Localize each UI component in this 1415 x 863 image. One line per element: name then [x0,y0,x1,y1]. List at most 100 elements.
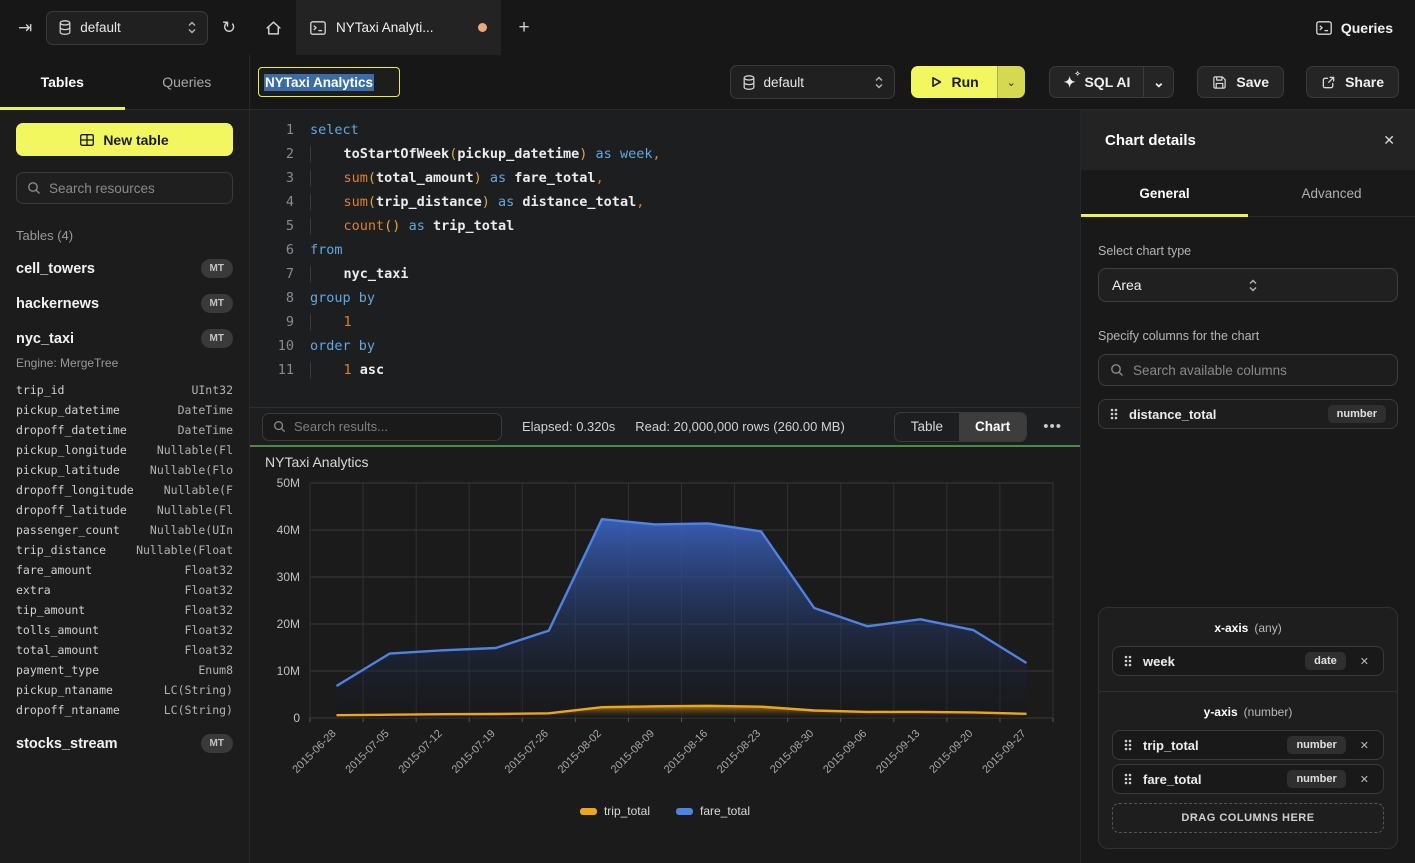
results-search-input[interactable]: Search results... [262,413,502,441]
column-row: pickup_datetimeDateTime [16,400,233,420]
elapsed-metric: Elapsed: 0.320s [522,419,615,434]
engine-badge: MT [201,294,233,313]
sidebar-tab-queries[interactable]: Queries [125,55,250,109]
x-axis-tick: 2015-08-23 [715,728,763,776]
column-row: tip_amountFloat32 [16,600,233,620]
table-view-button[interactable]: Table [895,413,959,441]
results-toolbar: Search results... Elapsed: 0.320s Read: … [250,407,1080,445]
code-line: toStartOfWeek(pickup_datetime) as week, [310,142,1080,166]
more-options-icon[interactable]: ••• [1037,418,1068,435]
engine-badge: MT [201,329,233,348]
new-table-label: New table [103,132,168,148]
new-tab-button[interactable]: + [501,0,547,55]
refresh-icon[interactable]: ↻ [222,19,236,36]
column-row: fare_amountFloat32 [16,560,233,580]
column-row: pickup_ntanameLC(String) [16,680,233,700]
sql-ai-button[interactable]: ✦ SQL AI ⌄ [1049,66,1175,98]
type-badge: date [1305,652,1346,670]
code-line: count() as trip_total [310,214,1080,238]
chart-view-button[interactable]: Chart [959,413,1026,441]
run-label: Run [952,74,979,90]
drag-columns-dropzone[interactable]: DRAG COLUMNS HERE [1112,803,1384,833]
remove-column-icon[interactable]: ✕ [1357,773,1372,786]
sql-editor[interactable]: 1234567891011 select toStartOfWeek(picku… [250,110,1080,407]
panel-tab-advanced[interactable]: Advanced [1248,170,1415,216]
collapse-sidebar-icon[interactable]: ⇥ [18,19,32,36]
new-table-button[interactable]: New table [16,123,233,156]
legend-item-trip_total[interactable]: trip_total [580,804,650,818]
columns-label: Specify columns for the chart [1098,329,1398,343]
play-icon [929,75,943,89]
tables-section-label: Tables (4) [16,228,233,243]
x-axis-section: x-axis(any) week date ✕ [1099,608,1397,691]
x-axis-tick: 2015-08-16 [662,728,710,776]
chart-panel: NYTaxi Analytics 010M20M30M40M50M2015-06… [250,447,1080,863]
column-row: pickup_longitudeNullable(Fl [16,440,233,460]
chart-type-value: Area [1112,277,1248,293]
y-axis-column-fare-total[interactable]: fare_total number ✕ [1112,764,1384,794]
legend-label: trip_total [604,804,650,818]
type-badge: number [1287,770,1345,788]
y-axis-hint: (number) [1244,705,1293,719]
y-axis-tick: 40M [277,523,300,537]
sql-ai-label: SQL AI [1084,74,1130,90]
search-icon [1110,363,1124,377]
column-row: dropoff_datetimeDateTime [16,420,233,440]
queries-button[interactable]: Queries [1294,0,1415,55]
sidebar-search-input[interactable]: Search resources [16,172,233,204]
panel-tab-general[interactable]: General [1081,170,1248,216]
save-icon [1212,75,1227,90]
legend-item-fare_total[interactable]: fare_total [676,804,750,818]
y-axis-label: y-axis [1204,705,1238,719]
panel-body: Select chart type Area Specify columns f… [1081,217,1415,863]
share-icon [1321,75,1336,90]
sparkle-icon: ✦ [1064,74,1076,91]
remove-column-icon[interactable]: ✕ [1357,739,1372,752]
table-row-cell-towers[interactable]: cell_towers MT [16,259,233,278]
home-tab[interactable] [250,0,296,55]
home-icon [265,20,282,36]
tab-nytaxi-analytics[interactable]: NYTaxi Analyti... [296,0,501,55]
x-axis-tick: 2015-09-20 [927,728,975,776]
table-row-stocks-stream[interactable]: stocks_stream MT [16,734,233,753]
x-axis-tick: 2015-09-13 [874,728,922,776]
run-button-group: Run ⌄ [911,66,1025,98]
remove-column-icon[interactable]: ✕ [1357,655,1372,668]
chart-legend: trip_total fare_total [250,804,1080,818]
close-icon[interactable]: ✕ [1383,132,1395,149]
y-axis-column-trip-total[interactable]: trip_total number ✕ [1112,730,1384,760]
chart-type-select[interactable]: Area [1098,268,1398,302]
columns-search-placeholder: Search available columns [1133,363,1287,378]
topbar-database-selector[interactable]: default [46,11,208,45]
table-icon [80,134,94,146]
run-button[interactable]: Run [911,66,997,98]
column-row: total_amountFloat32 [16,640,233,660]
results-search-placeholder: Search results... [294,419,388,434]
y-axis-section: y-axis (number) trip_total number ✕ fare_… [1099,691,1397,848]
sql-ai-caret[interactable]: ⌄ [1143,67,1173,97]
table-row-hackernews[interactable]: hackernews MT [16,294,233,313]
database-value: default [80,20,178,35]
unsaved-changes-dot [478,23,487,32]
save-button[interactable]: Save [1197,66,1284,98]
code-line: sum(trip_distance) as distance_total, [310,190,1080,214]
y-axis-tick: 50M [277,476,300,490]
toolbar-database-selector[interactable]: default [730,65,895,99]
x-axis-tick: 2015-08-30 [768,728,816,776]
table-row-nyc-taxi[interactable]: nyc_taxi MT [16,329,233,348]
x-axis-column-week[interactable]: week date ✕ [1112,646,1384,676]
available-column-distance-total[interactable]: distance_total number [1098,399,1398,429]
sidebar-tab-tables[interactable]: Tables [0,55,125,109]
columns-search-input[interactable]: Search available columns [1098,354,1398,386]
database-icon [743,75,755,90]
panel-header: Chart details ✕ [1081,110,1415,170]
query-title-input[interactable]: NYTaxi Analytics [258,67,400,97]
run-options-caret[interactable]: ⌄ [997,66,1025,98]
column-row: trip_distanceNullable(Float [16,540,233,560]
engine-badge: MT [201,259,233,278]
share-button[interactable]: Share [1306,66,1399,98]
x-axis-tick: 2015-08-02 [556,728,604,776]
query-toolbar: NYTaxi Analytics default Run ⌄ ✦ SQL AI … [250,55,1415,109]
chart-canvas: 010M20M30M40M50M2015-06-282015-07-052015… [250,470,1080,802]
sidebar-tabs: Tables Queries [0,55,250,109]
